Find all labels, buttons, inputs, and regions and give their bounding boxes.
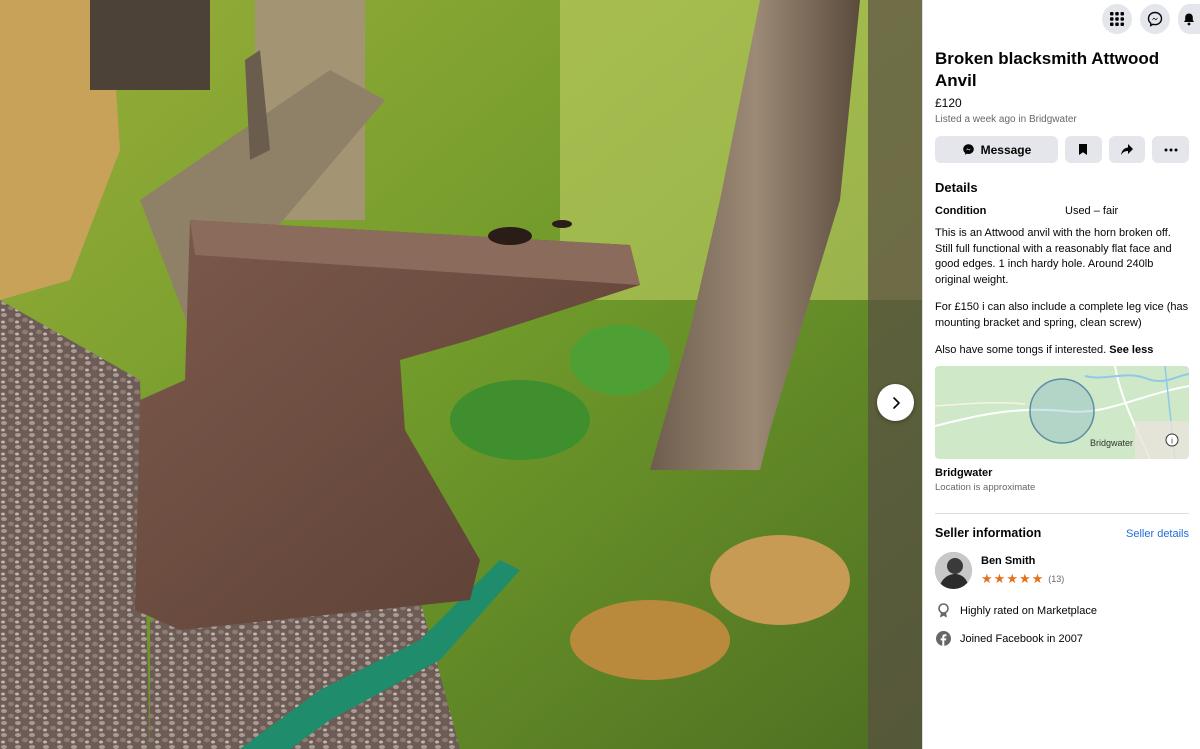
seller-fact-rated: Highly rated on Marketplace <box>935 603 1189 619</box>
listing-photo <box>0 0 922 749</box>
see-less-link[interactable]: See less <box>1109 344 1153 356</box>
star-icon: ★ <box>1006 571 1018 586</box>
listing-actions: Message <box>935 136 1189 163</box>
bookmark-icon <box>1079 144 1088 155</box>
seller-rating: ★ ★ ★ ★ ★ (13) <box>981 572 1064 585</box>
description-paragraph: For £150 i can also include a complete l… <box>935 301 1189 329</box>
description-paragraph-last: Also have some tongs if interested. See … <box>935 343 1189 359</box>
more-icon <box>1164 148 1178 151</box>
description-text: Also have some tongs if interested. <box>935 344 1107 356</box>
details-heading: Details <box>935 180 978 195</box>
notifications-button[interactable] <box>1178 4 1200 34</box>
messenger-icon <box>962 144 974 155</box>
listing-description: This is an Attwood anvil with the horn b… <box>935 226 1189 359</box>
condition-value: Used – fair <box>1065 205 1119 217</box>
location-note: Location is approximate <box>935 481 1036 493</box>
facebook-logo-icon <box>935 631 951 647</box>
message-button-label: Message <box>980 142 1032 157</box>
message-button[interactable]: Message <box>935 136 1058 163</box>
more-options-button[interactable] <box>1152 136 1189 163</box>
star-icon: ★ <box>1018 571 1031 586</box>
save-button[interactable] <box>1064 136 1102 163</box>
top-nav-icons <box>1102 4 1200 34</box>
svg-text:i: i <box>1171 436 1173 445</box>
seller-name[interactable]: Ben Smith <box>981 555 1064 567</box>
star-icon: ★ <box>981 571 993 586</box>
messenger-button[interactable] <box>1140 4 1170 34</box>
section-divider <box>935 512 1189 514</box>
award-badge-icon <box>935 603 951 619</box>
photo-viewer <box>0 0 922 749</box>
seller-avatar[interactable] <box>935 551 972 589</box>
seller-info: Ben Smith ★ ★ ★ ★ ★ (13) <box>981 555 1064 585</box>
listing-meta: Listed a week ago in Bridgwater <box>935 114 1077 125</box>
seller-info-heading: Seller information <box>935 525 1042 540</box>
location-map[interactable]: i Bridgwater <box>935 365 1189 459</box>
apps-menu-button[interactable] <box>1102 4 1132 34</box>
map-city-label: Bridgwater <box>1090 437 1134 448</box>
rating-count: (13) <box>1048 573 1065 584</box>
chevron-right-icon <box>892 396 900 409</box>
listing-side-panel: Broken blacksmith Attwood Anvil £120 Lis… <box>922 0 1200 749</box>
seller-fact-text: Highly rated on Marketplace <box>960 604 1097 617</box>
next-photo-button[interactable] <box>877 384 914 421</box>
seller-fact-text: Joined Facebook in 2007 <box>960 632 1083 645</box>
seller-header: Seller information Seller details <box>935 526 1189 540</box>
star-icon: ★ <box>993 571 1006 586</box>
share-icon <box>1120 144 1133 155</box>
seller-profile[interactable]: Ben Smith ★ ★ ★ ★ ★ (13) <box>935 551 1189 589</box>
star-icon: ★ <box>1031 571 1044 586</box>
apps-grid-icon <box>1110 12 1124 26</box>
notifications-bell-icon <box>1184 13 1194 26</box>
location-name: Bridgwater <box>935 466 993 479</box>
seller-details-link[interactable]: Seller details <box>1126 528 1189 540</box>
messenger-icon <box>1147 11 1163 27</box>
share-button[interactable] <box>1108 136 1146 163</box>
listing-price: £120 <box>935 96 962 110</box>
listing-title: Broken blacksmith Attwood Anvil <box>935 49 1160 90</box>
seller-fact-joined: Joined Facebook in 2007 <box>935 631 1189 647</box>
map-image: i <box>935 365 1189 459</box>
condition-row: Condition Used – fair <box>935 205 1189 217</box>
condition-label: Condition <box>935 205 987 217</box>
description-paragraph: This is an Attwood anvil with the horn b… <box>935 227 1172 286</box>
avatar-image <box>935 551 972 589</box>
